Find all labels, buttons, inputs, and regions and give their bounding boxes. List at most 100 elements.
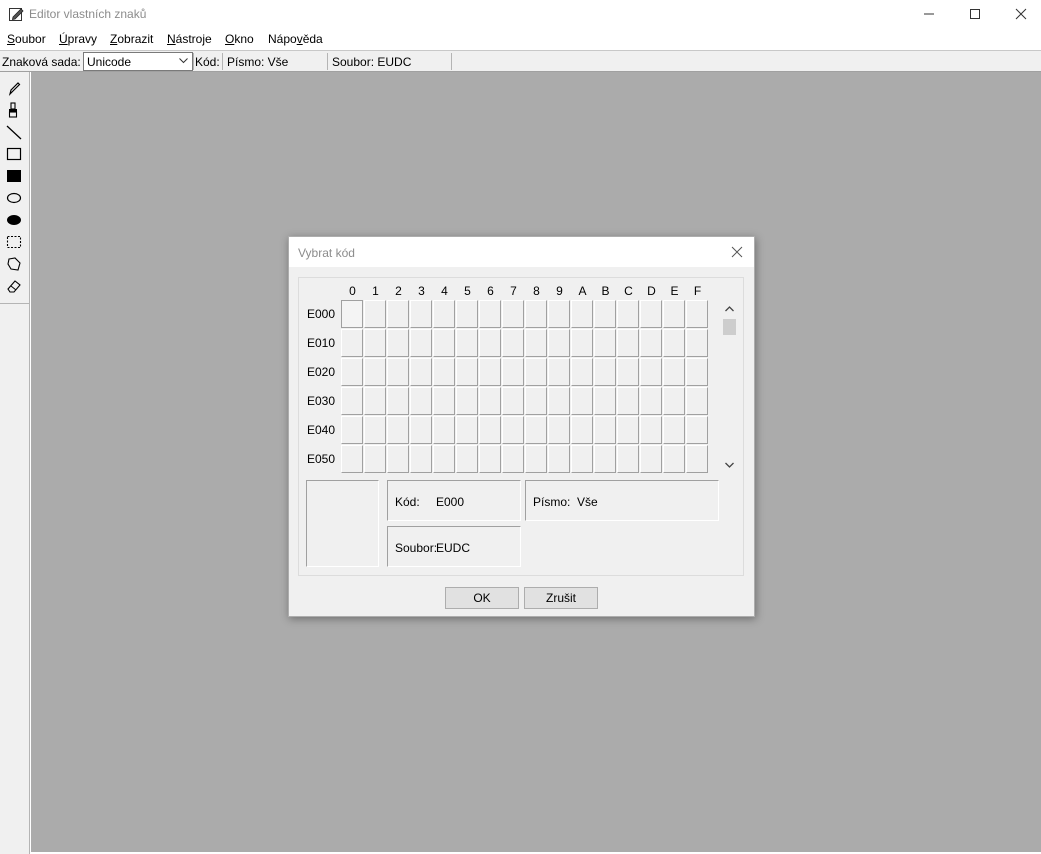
code-cell[interactable]	[525, 329, 547, 357]
code-cell[interactable]	[433, 358, 455, 386]
tool-eraser[interactable]	[3, 276, 25, 296]
code-cell[interactable]	[387, 445, 409, 473]
code-cell[interactable]	[387, 416, 409, 444]
minimize-button[interactable]	[906, 0, 952, 28]
code-cell[interactable]	[640, 445, 662, 473]
code-cell[interactable]	[341, 358, 363, 386]
scroll-down-button[interactable]	[721, 456, 738, 473]
code-cell[interactable]	[594, 445, 616, 473]
code-cell[interactable]	[640, 329, 662, 357]
code-cell[interactable]	[410, 387, 432, 415]
code-cell[interactable]	[525, 300, 547, 328]
code-cell[interactable]	[387, 387, 409, 415]
code-cell[interactable]	[594, 416, 616, 444]
code-cell[interactable]	[525, 387, 547, 415]
code-cell[interactable]	[617, 329, 639, 357]
code-cell[interactable]	[663, 329, 685, 357]
code-cell[interactable]	[364, 300, 386, 328]
code-cell[interactable]	[433, 329, 455, 357]
code-cell[interactable]	[479, 445, 501, 473]
code-cell[interactable]	[617, 387, 639, 415]
code-cell[interactable]	[479, 387, 501, 415]
tool-brush[interactable]	[3, 100, 25, 120]
code-cell[interactable]	[663, 358, 685, 386]
close-window-button[interactable]	[998, 0, 1041, 28]
code-cell[interactable]	[433, 300, 455, 328]
code-cell[interactable]	[433, 445, 455, 473]
code-cell[interactable]	[479, 358, 501, 386]
code-cell[interactable]	[479, 329, 501, 357]
code-cell[interactable]	[548, 329, 570, 357]
code-cell[interactable]	[502, 387, 524, 415]
code-cell[interactable]	[433, 387, 455, 415]
maximize-button[interactable]	[952, 0, 998, 28]
scroll-up-button[interactable]	[721, 301, 738, 318]
code-cell[interactable]	[456, 387, 478, 415]
code-cell[interactable]	[686, 416, 708, 444]
tool-rectangular-selection[interactable]	[3, 232, 25, 252]
code-cell[interactable]	[410, 416, 432, 444]
charset-dropdown[interactable]: Unicode	[83, 52, 193, 71]
code-cell[interactable]	[525, 358, 547, 386]
code-cell[interactable]	[456, 358, 478, 386]
code-cell[interactable]	[571, 358, 593, 386]
code-cell[interactable]	[410, 300, 432, 328]
code-cell[interactable]	[640, 416, 662, 444]
code-cell[interactable]	[502, 329, 524, 357]
code-cell[interactable]	[479, 300, 501, 328]
code-grid[interactable]	[341, 300, 709, 474]
code-cell[interactable]	[502, 300, 524, 328]
code-cell[interactable]	[686, 445, 708, 473]
code-cell[interactable]	[617, 416, 639, 444]
code-cell[interactable]	[640, 387, 662, 415]
code-cell[interactable]	[410, 445, 432, 473]
code-cell[interactable]	[502, 445, 524, 473]
ok-button[interactable]: OK	[445, 587, 519, 609]
code-cell[interactable]	[571, 445, 593, 473]
code-cell[interactable]	[387, 329, 409, 357]
menu-nastroje[interactable]: Nástroje	[167, 32, 212, 46]
code-cell[interactable]	[525, 445, 547, 473]
code-cell[interactable]	[341, 387, 363, 415]
code-cell[interactable]	[617, 300, 639, 328]
tool-freeform-selection[interactable]	[3, 254, 25, 274]
code-cell[interactable]	[456, 445, 478, 473]
code-cell[interactable]	[686, 300, 708, 328]
code-cell[interactable]	[594, 300, 616, 328]
code-cell[interactable]	[364, 445, 386, 473]
code-cell[interactable]	[686, 358, 708, 386]
code-cell[interactable]	[387, 300, 409, 328]
code-cell[interactable]	[571, 416, 593, 444]
code-cell[interactable]	[686, 387, 708, 415]
code-cell[interactable]	[456, 329, 478, 357]
code-cell[interactable]	[456, 300, 478, 328]
code-cell[interactable]	[571, 329, 593, 357]
code-cell[interactable]	[571, 300, 593, 328]
code-cell[interactable]	[456, 416, 478, 444]
cancel-button[interactable]: Zrušit	[524, 587, 598, 609]
code-cell[interactable]	[663, 387, 685, 415]
grid-scrollbar[interactable]	[721, 301, 738, 473]
code-cell[interactable]	[341, 445, 363, 473]
code-cell[interactable]	[663, 416, 685, 444]
code-cell[interactable]	[341, 300, 363, 328]
menu-zobrazit[interactable]: Zobrazit	[110, 32, 153, 46]
menu-upravy[interactable]: Úpravy	[59, 32, 97, 46]
code-cell[interactable]	[617, 358, 639, 386]
code-cell[interactable]	[571, 387, 593, 415]
code-cell[interactable]	[525, 416, 547, 444]
code-cell[interactable]	[617, 445, 639, 473]
tool-hollow-ellipse[interactable]	[3, 188, 25, 208]
code-cell[interactable]	[663, 300, 685, 328]
code-cell[interactable]	[433, 416, 455, 444]
code-cell[interactable]	[594, 387, 616, 415]
code-cell[interactable]	[364, 387, 386, 415]
code-cell[interactable]	[341, 329, 363, 357]
code-cell[interactable]	[364, 329, 386, 357]
code-cell[interactable]	[410, 358, 432, 386]
tool-pencil[interactable]	[3, 78, 25, 98]
menu-okno[interactable]: Okno	[225, 32, 254, 46]
code-cell[interactable]	[594, 329, 616, 357]
code-cell[interactable]	[640, 300, 662, 328]
code-cell[interactable]	[364, 416, 386, 444]
